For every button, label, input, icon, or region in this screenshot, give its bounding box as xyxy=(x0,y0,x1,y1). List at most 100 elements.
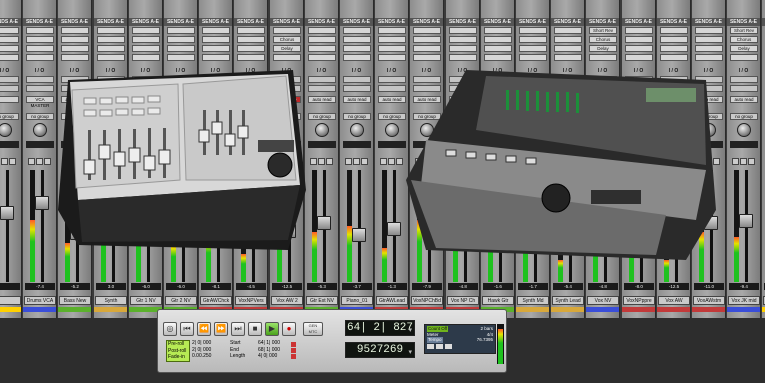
automation-mode-selector[interactable]: auto read xyxy=(378,96,406,103)
mute-button[interactable] xyxy=(326,158,333,165)
pre-post-roll-panel[interactable]: Pre-roll Post-roll Fade-in xyxy=(166,340,190,362)
send-slot[interactable] xyxy=(625,36,653,43)
send-slot[interactable] xyxy=(202,54,230,61)
io-selector[interactable] xyxy=(308,85,336,92)
send-slot[interactable] xyxy=(378,45,406,52)
track-name[interactable]: VoxNPppre xyxy=(623,296,655,305)
record-enable-button[interactable] xyxy=(28,158,35,165)
send-slot[interactable] xyxy=(519,54,547,61)
send-slot[interactable] xyxy=(97,45,125,52)
send-slot[interactable]: Delay xyxy=(730,45,758,52)
send-slot[interactable] xyxy=(308,54,336,61)
solo-button[interactable] xyxy=(740,158,747,165)
send-slot[interactable] xyxy=(308,45,336,52)
track-name[interactable]: Drums VCA xyxy=(24,296,56,305)
send-slot[interactable] xyxy=(554,27,582,34)
send-slot[interactable] xyxy=(132,45,160,52)
send-slot[interactable]: Delay xyxy=(273,45,301,52)
send-slot[interactable] xyxy=(589,54,617,61)
go-to-end-button[interactable]: ⏭ xyxy=(231,322,245,336)
send-slot[interactable] xyxy=(26,54,54,61)
send-slot[interactable] xyxy=(132,36,160,43)
send-slot[interactable] xyxy=(660,27,688,34)
chevron-down-icon[interactable]: ▾ xyxy=(408,346,412,360)
send-slot[interactable] xyxy=(132,27,160,34)
volume-fader[interactable] xyxy=(387,222,401,236)
track-name[interactable]: Synth Lead xyxy=(552,296,584,305)
send-slot[interactable] xyxy=(484,36,512,43)
send-slot[interactable] xyxy=(61,36,89,43)
send-slot[interactable] xyxy=(61,54,89,61)
solo-button[interactable] xyxy=(388,158,395,165)
send-slot[interactable] xyxy=(449,54,477,61)
stop-button[interactable]: ■ xyxy=(248,322,262,336)
send-slot[interactable] xyxy=(449,36,477,43)
main-counter[interactable]: 64| 2| 827 ▾ xyxy=(345,320,415,336)
midi-merge-button[interactable]: GEN MTC xyxy=(303,322,323,336)
send-slot[interactable] xyxy=(26,36,54,43)
track-name[interactable]: Vox NV xyxy=(587,296,619,305)
send-slot[interactable] xyxy=(413,36,441,43)
send-slot[interactable] xyxy=(378,54,406,61)
send-slot[interactable] xyxy=(237,27,265,34)
track-name[interactable]: Vox JK mid xyxy=(728,296,760,305)
send-slot[interactable] xyxy=(378,36,406,43)
online-button[interactable]: ◎ xyxy=(163,322,177,336)
track-name[interactable]: Vox AW xyxy=(658,296,690,305)
send-slot[interactable] xyxy=(730,54,758,61)
pan-knob[interactable] xyxy=(315,123,329,137)
io-selector[interactable] xyxy=(730,76,758,83)
send-slot[interactable] xyxy=(273,54,301,61)
automation-mode-selector[interactable]: auto read xyxy=(308,96,336,103)
track-name[interactable]: Bass New xyxy=(59,296,91,305)
automation-mode-selector[interactable]: auto read xyxy=(343,96,371,103)
automation-mode-selector[interactable]: auto read xyxy=(730,96,758,103)
pan-knob[interactable] xyxy=(737,123,751,137)
send-slot[interactable] xyxy=(202,27,230,34)
send-slot[interactable] xyxy=(97,36,125,43)
fast-forward-button[interactable]: ⏩ xyxy=(214,322,228,336)
io-selector[interactable] xyxy=(730,85,758,92)
track-name[interactable]: Piano_01 xyxy=(341,296,373,305)
send-slot[interactable] xyxy=(237,45,265,52)
send-slot[interactable] xyxy=(343,27,371,34)
send-slot[interactable] xyxy=(695,54,723,61)
send-slot[interactable] xyxy=(695,27,723,34)
io-selector[interactable] xyxy=(0,85,19,92)
send-slot[interactable] xyxy=(97,27,125,34)
chevron-down-icon[interactable]: ▾ xyxy=(408,324,412,338)
send-slot[interactable] xyxy=(237,36,265,43)
send-slot[interactable] xyxy=(167,54,195,61)
send-slot[interactable]: Short Rev xyxy=(730,27,758,34)
record-enable-button[interactable] xyxy=(732,158,739,165)
send-slot[interactable] xyxy=(625,27,653,34)
record-enable-button[interactable] xyxy=(310,158,317,165)
send-slot[interactable]: Chorus xyxy=(273,36,301,43)
rewind-button[interactable]: ⏪ xyxy=(197,322,211,336)
group-selector[interactable]: no group xyxy=(343,113,371,120)
send-slot[interactable] xyxy=(660,54,688,61)
send-slot[interactable] xyxy=(308,36,336,43)
send-slot[interactable] xyxy=(484,27,512,34)
track-name[interactable]: Gtr 1 NV xyxy=(130,296,162,305)
send-slot[interactable] xyxy=(61,45,89,52)
send-slot[interactable] xyxy=(343,36,371,43)
send-slot[interactable]: Chorus xyxy=(730,36,758,43)
send-slot[interactable] xyxy=(26,27,54,34)
io-selector[interactable] xyxy=(26,76,54,83)
track-name[interactable]: VoxAWstm xyxy=(693,296,725,305)
track-name[interactable] xyxy=(0,296,21,305)
length-value[interactable]: 4| 0| 000 xyxy=(258,353,288,360)
send-slot[interactable] xyxy=(660,36,688,43)
send-slot[interactable]: Delay xyxy=(589,45,617,52)
group-selector[interactable]: no group xyxy=(0,113,19,120)
send-slot[interactable] xyxy=(625,54,653,61)
send-slot[interactable] xyxy=(273,27,301,34)
mute-button[interactable] xyxy=(361,158,368,165)
io-selector[interactable] xyxy=(378,85,406,92)
send-slot[interactable] xyxy=(343,45,371,52)
send-slot[interactable] xyxy=(449,27,477,34)
send-slot[interactable] xyxy=(484,54,512,61)
volume-fader[interactable] xyxy=(739,214,753,228)
solo-button[interactable] xyxy=(36,158,43,165)
